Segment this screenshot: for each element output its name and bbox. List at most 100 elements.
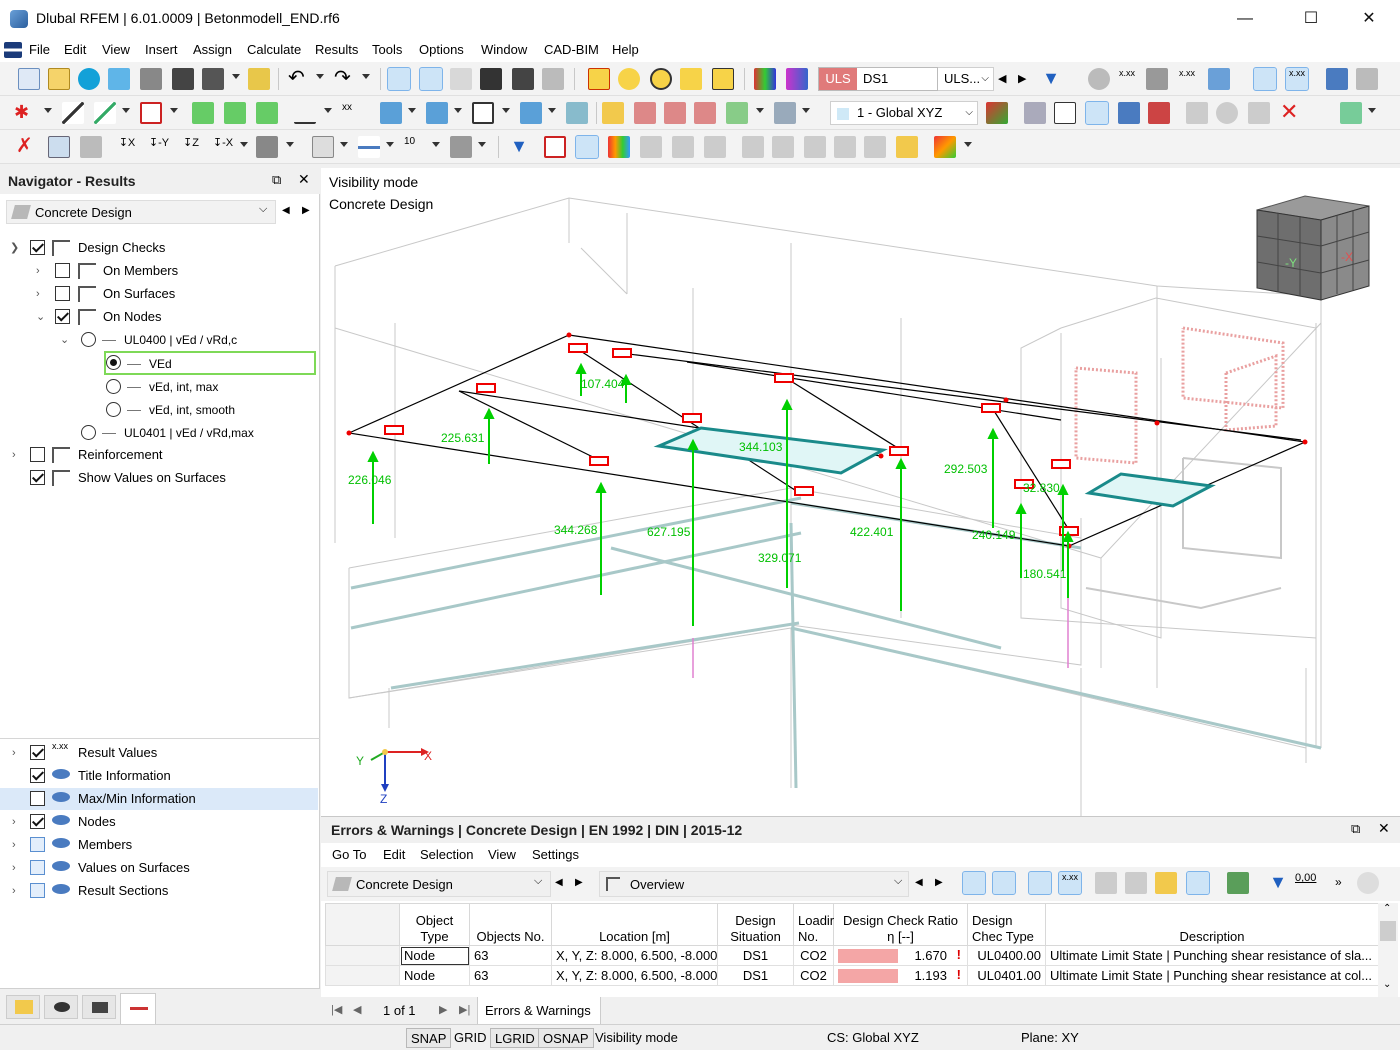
calc-icon[interactable] [694,102,716,124]
load-surface-icon[interactable] [472,102,494,124]
camera-icon[interactable] [640,136,662,158]
col-location[interactable]: Location [m] [551,903,718,946]
xx-icon[interactable]: xx [342,102,364,124]
menu-tools[interactable]: Tools [372,42,402,57]
menu-calculate[interactable]: Calculate [247,42,301,57]
radio[interactable] [106,402,121,417]
line-style-icon[interactable] [704,136,726,158]
load-line-icon[interactable] [426,102,448,124]
col-objects-no[interactable]: Objects No. [469,903,552,946]
color-palette-icon[interactable] [934,136,956,158]
rotate-icon[interactable] [1216,102,1238,124]
checkbox[interactable] [55,263,70,278]
print-icon[interactable] [140,68,162,90]
cell-location[interactable]: X, Y, Z: 8.000, 6.500, -8.000 [551,965,718,986]
radio[interactable] [106,379,121,394]
chevron-down-icon[interactable] [408,108,416,113]
cell-location[interactable]: X, Y, Z: 8.000, 6.500, -8.000 [551,945,718,966]
print-graphic-icon[interactable] [1340,102,1362,124]
coordinate-system-select[interactable]: 1 - Global XYZ ⌵ [830,101,978,125]
show-results-icon[interactable] [1253,67,1277,91]
load-node-icon[interactable] [380,102,402,124]
chevron-down-icon[interactable] [548,108,556,113]
chevron-down-icon[interactable] [964,142,972,147]
animation-icon[interactable] [1326,68,1348,90]
chevron-down-icon[interactable] [756,108,764,113]
cell-check-type[interactable]: UL0401.00 [967,965,1046,986]
model-drawing[interactable] [321,168,1400,816]
tab-data-icon[interactable] [6,995,40,1019]
display-result-values[interactable]: › x.xx Result Values [0,742,318,764]
cs-axes-icon[interactable] [986,102,1008,124]
list-icon[interactable] [542,68,564,90]
menu-cad-bim[interactable]: CAD-BIM [544,42,599,57]
save-icon[interactable] [172,68,194,90]
cell-description[interactable]: Ultimate Limit State | Punching shear re… [1045,945,1378,966]
panel-menu-goto[interactable]: Go To [332,847,366,862]
radio[interactable] [106,355,121,370]
chevron-down-icon[interactable] [240,142,248,147]
prev-page-icon[interactable]: ◀ [353,1003,361,1016]
checkbox[interactable] [30,791,45,806]
cell-check-type[interactable]: UL0400.00 [967,945,1046,966]
osnap-icon[interactable] [1118,102,1140,124]
new-line-icon[interactable] [62,102,84,124]
table-row[interactable]: Node 63 X, Y, Z: 8.000, 6.500, -8.000 DS… [325,965,1378,986]
scroll-down-icon[interactable]: ⌄ [1383,979,1391,990]
tree-on-surfaces[interactable]: › On Surfaces [0,283,318,305]
dimension-line-icon[interactable] [294,102,316,124]
iso-view-icon[interactable] [48,136,70,158]
tree-ul0401[interactable]: UL0401 | vEd / vRd,max [0,422,318,444]
panel-menu-view[interactable]: View [488,847,516,862]
support-icon[interactable] [1146,68,1168,90]
mesh-icon[interactable] [664,102,686,124]
checkbox[interactable] [55,309,70,324]
object-snap-icon[interactable] [1148,102,1170,124]
result-labels-icon[interactable]: x.xx [1058,871,1082,895]
deformation-icon[interactable] [1356,68,1378,90]
next-page-icon[interactable]: ▶ [439,1003,447,1016]
filter-icon[interactable]: ▼ [1267,872,1289,894]
sort-icon[interactable] [1186,871,1210,895]
comment-icon[interactable] [680,68,702,90]
checkbox[interactable] [30,470,45,485]
tree-reinforcement[interactable]: › Reinforcement [0,444,318,466]
result-labels-icon[interactable]: x.xx [1285,67,1309,91]
cell-loading[interactable]: CO2 [793,945,834,966]
grid-icon[interactable] [1024,102,1046,124]
checkbox[interactable] [30,768,45,783]
undo-icon[interactable]: ↶ [288,68,310,90]
search-zoom-icon[interactable] [618,68,640,90]
menu-edit[interactable]: Edit [64,42,86,57]
menu-view[interactable]: View [102,42,130,57]
checkbox[interactable] [30,240,45,255]
result-values-icon[interactable]: x.xx [1116,68,1138,90]
col-design-check-type[interactable]: Design Chec Type [967,903,1046,946]
scale-icon[interactable]: 10 [404,136,426,158]
show-results-icon[interactable] [1028,871,1052,895]
close-icon[interactable]: ✕ [1378,820,1390,837]
navigator-toggle-icon[interactable] [387,67,411,91]
display-result-sections[interactable]: › Result Sections [0,880,318,902]
prev-arrow-icon[interactable]: ◀ [555,877,563,888]
tree-ved[interactable]: VEd [104,351,316,375]
view-z-icon[interactable]: ↧Z [180,136,202,158]
panel-menu-edit[interactable]: Edit [383,847,405,862]
search-icon[interactable] [1357,872,1379,894]
snap-icon[interactable] [1054,102,1076,124]
clear-icon[interactable]: ✗ [16,136,38,158]
box-view-icon[interactable] [80,136,102,158]
next-arrow-icon[interactable]: ▶ [575,877,583,888]
surface-icon[interactable] [588,68,610,90]
select-in-model-icon[interactable] [962,871,986,895]
new-surface-icon[interactable] [140,102,162,124]
section-icon[interactable] [358,136,380,158]
filter-icon[interactable]: ▼ [1040,68,1062,90]
model-info-icon[interactable] [108,68,130,90]
next-arrow-icon[interactable]: ▶ [302,205,310,216]
grid-toggle[interactable]: GRID [450,1028,491,1048]
values-icon[interactable]: x.xx [1176,68,1198,90]
design-situation-select[interactable]: ULS DS1 [818,67,938,91]
view-icon[interactable] [774,102,796,124]
menu-help[interactable]: Help [612,42,639,57]
